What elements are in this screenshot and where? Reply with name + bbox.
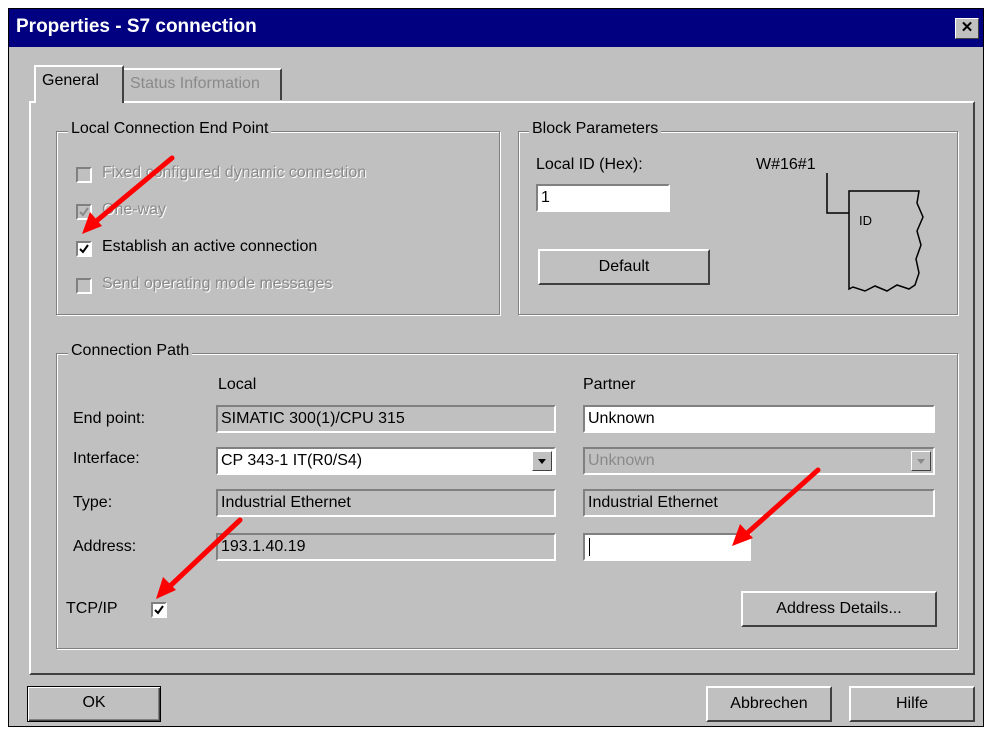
interface-label: Interface: [73,450,140,467]
chevron-down-icon [917,459,925,464]
block-diagram-icon [826,173,924,292]
close-button[interactable]: ✕ [955,18,979,39]
type-label: Type: [73,494,113,511]
connection-path-legend: Connection Path [68,342,193,360]
tab-status-label: Status Information [130,75,260,92]
text-caret [589,538,590,556]
tab-general[interactable]: General [34,65,124,103]
interface-partner-dropdown-button[interactable] [911,451,931,471]
address-partner-input[interactable] [583,533,751,561]
end-point-partner-field[interactable]: Unknown [583,405,935,433]
type-partner-field: Industrial Ethernet [583,489,935,517]
interface-local-dropdown-button[interactable] [532,451,552,471]
type-local-field: Industrial Ethernet [216,489,556,517]
close-icon: ✕ [960,19,974,36]
ok-button[interactable]: OK [27,686,161,722]
tab-general-label: General [42,72,99,89]
establish-active-label: Establish an active connection [102,238,318,255]
tcpip-label: TCP/IP [66,600,118,617]
interface-local-dropdown[interactable]: CP 343-1 IT(R0/S4) [216,447,556,475]
block-parameters-legend: Block Parameters [529,120,662,138]
one-way-label: One-way [102,201,167,218]
partner-column-header: Partner [583,376,636,393]
address-label: Address: [73,538,137,555]
interface-partner-value: Unknown [588,452,655,469]
address-details-button[interactable]: Address Details... [741,591,937,627]
interface-local-value: CP 343-1 IT(R0/S4) [221,452,363,469]
tcpip-checkbox[interactable] [151,602,167,618]
one-way-checkbox[interactable] [76,204,92,220]
title-bar[interactable]: Properties - S7 connection ✕ [9,9,983,47]
local-end-point-legend: Local Connection End Point [68,120,272,138]
tab-status-information[interactable]: Status Information [122,68,282,100]
chevron-down-icon [538,459,546,464]
fixed-dynamic-label: Fixed configured dynamic connection [102,164,367,181]
local-column-header: Local [218,376,257,393]
tab-panel-general: Local Connection End Point Fixed configu… [29,101,975,675]
properties-dialog: Properties - S7 connection ✕ General Sta… [8,8,984,727]
fixed-dynamic-checkbox[interactable] [76,167,92,183]
establish-active-checkbox[interactable] [76,241,92,257]
default-button[interactable]: Default [538,249,710,285]
address-local-field: 193.1.40.19 [216,533,556,561]
send-mode-messages-label: Send operating mode messages [102,275,333,292]
diagram-id-label: ID [859,213,872,228]
send-mode-messages-checkbox[interactable] [76,278,92,294]
diagram-word-label: W#16#1 [756,156,816,173]
help-button[interactable]: Hilfe [849,686,975,722]
end-point-local-field: SIMATIC 300(1)/CPU 315 [216,405,556,433]
interface-partner-dropdown[interactable]: Unknown [583,447,935,475]
local-id-input[interactable]: 1 [536,184,670,212]
local-id-label: Local ID (Hex): [536,156,643,173]
window-title: Properties - S7 connection [16,16,257,37]
checkmark-icon [154,605,164,615]
checkmark-icon [79,244,89,254]
end-point-label: End point: [73,410,146,427]
checkmark-icon [79,207,89,217]
cancel-button[interactable]: Abbrechen [706,686,832,722]
